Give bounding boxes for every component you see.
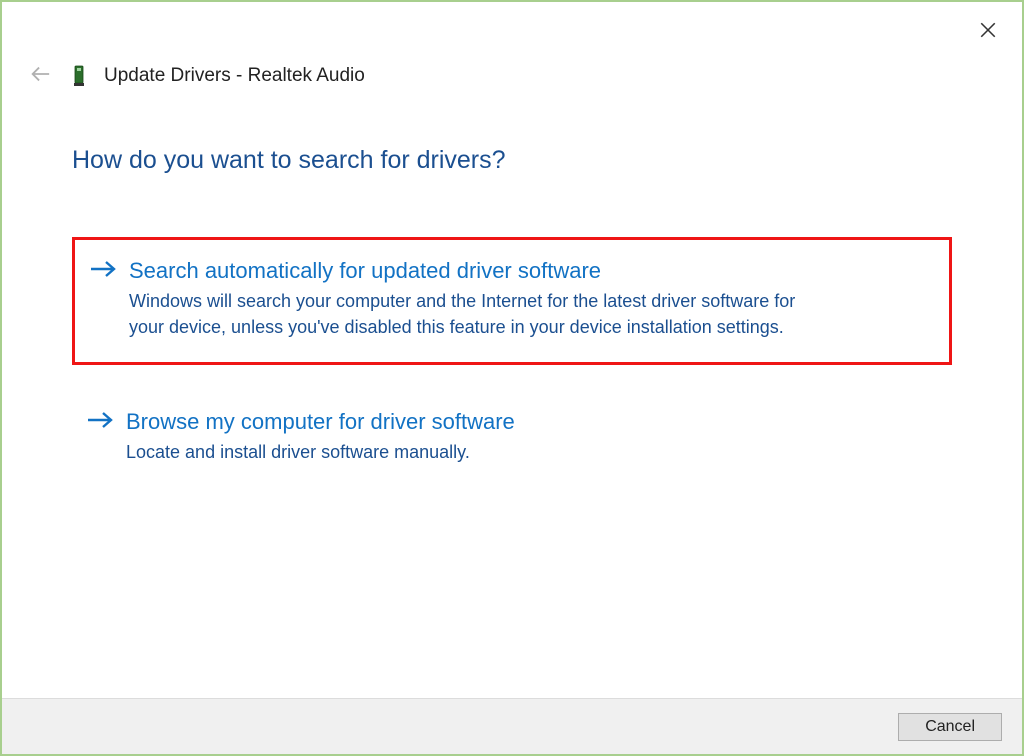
close-icon — [979, 21, 997, 44]
option-title: Search automatically for updated driver … — [129, 256, 931, 286]
option-text: Search automatically for updated driver … — [129, 256, 931, 340]
cancel-button[interactable]: Cancel — [898, 713, 1002, 741]
arrow-right-icon — [89, 258, 121, 285]
option-text: Browse my computer for driver software L… — [126, 407, 934, 465]
option-description: Locate and install driver software manua… — [126, 439, 806, 465]
update-drivers-dialog: Update Drivers - Realtek Audio How do yo… — [2, 2, 1022, 754]
back-button — [26, 62, 54, 90]
option-description: Windows will search your computer and th… — [129, 288, 809, 340]
device-icon — [70, 63, 88, 89]
arrow-right-icon — [86, 409, 118, 436]
dialog-title: Update Drivers - Realtek Audio — [104, 65, 365, 87]
option-search-automatically[interactable]: Search automatically for updated driver … — [72, 237, 952, 365]
close-button[interactable] — [976, 20, 1000, 44]
content-heading: How do you want to search for drivers? — [72, 146, 952, 175]
dialog-footer: Cancel — [2, 698, 1022, 754]
option-title: Browse my computer for driver software — [126, 407, 934, 437]
option-browse-computer[interactable]: Browse my computer for driver software L… — [72, 391, 952, 487]
back-arrow-icon — [29, 63, 51, 90]
dialog-header: Update Drivers - Realtek Audio — [2, 2, 1022, 90]
dialog-content: How do you want to search for drivers? S… — [2, 90, 1022, 698]
